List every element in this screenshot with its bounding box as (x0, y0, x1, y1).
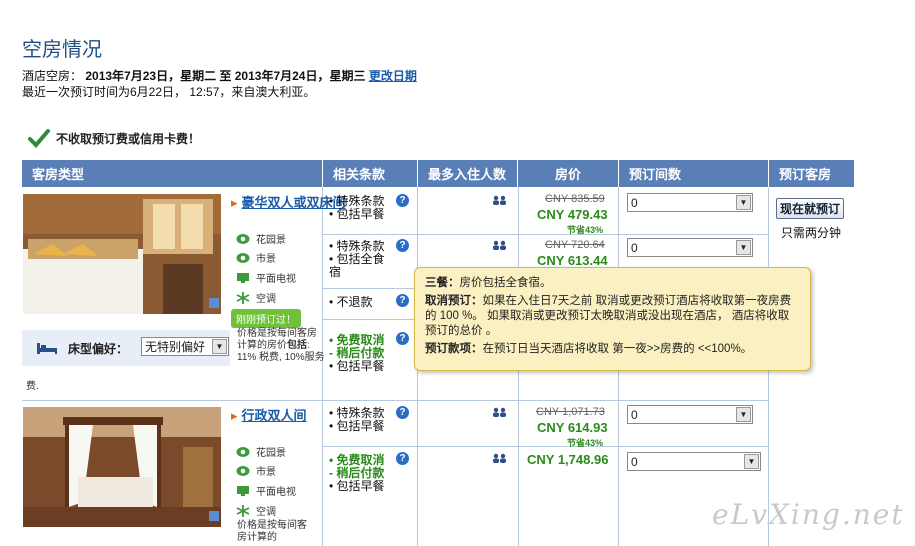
last-booking-text: 最近一次预订时间为6月22日， 12:57，来自澳大利亚。 (22, 85, 316, 99)
terms-option-1: • 特殊条款 • 包括早餐 (329, 194, 385, 221)
header-rooms: 预订间数 (619, 160, 769, 187)
price-note-deluxe-end: 费. (26, 381, 39, 392)
old-price: CNY 720.64 (545, 239, 605, 251)
rooms-quantity-select[interactable]: 0 ▼ (627, 405, 753, 424)
two-guests-icon (493, 407, 506, 417)
chevron-down-icon: ▼ (736, 240, 751, 255)
savings-label: 节省43% (567, 438, 604, 448)
price-note-executive: 价格是按每间客 房计算的 (237, 520, 307, 543)
bed-icon (37, 343, 57, 354)
grid-line (22, 400, 769, 401)
page-title: 空房情况 (22, 39, 102, 61)
current-price: CNY 479.43 (537, 207, 608, 222)
snowflake-icon (236, 291, 250, 304)
eye-icon (236, 252, 250, 263)
old-price: CNY 1,071.73 (536, 406, 605, 418)
amenity-air-conditioning: 空调 (236, 290, 276, 305)
snowflake-icon (236, 504, 250, 517)
chevron-down-icon: ▼ (736, 407, 751, 422)
chevron-down-icon: ▼ (212, 339, 227, 354)
watermark: eLvXing.net (712, 498, 905, 531)
terms-option-4: • 免费取消 - 稍后付款 • 包括早餐 (329, 333, 385, 373)
savings-label: 节省43% (567, 225, 604, 235)
amenity-flat-tv: 平面电视 (236, 483, 296, 498)
tooltip-pay-text: 在预订日当天酒店将收取 第一夜>>房费的 <<100%。 (482, 343, 753, 355)
eye-icon (236, 465, 250, 476)
no-fee-text: 不收取预订费或信用卡费！ (56, 131, 201, 146)
amenity-city-view: 市景 (236, 463, 276, 478)
header-price: 房价 (518, 160, 619, 187)
terms-option-6: • 免费取消 - 稍后付款 • 包括早餐 (329, 453, 385, 493)
checkmark-icon (28, 129, 50, 148)
help-icon[interactable]: ? (396, 406, 409, 419)
help-icon[interactable]: ? (396, 239, 409, 252)
tooltip-meal-label: 三餐： (425, 277, 460, 289)
price-note-deluxe: 价格是按每间客房计算的房价包括: 11% 税费, 10%服务 (237, 328, 325, 363)
room-photo-deluxe[interactable] (23, 194, 221, 314)
two-guests-icon (493, 195, 506, 205)
bed-preference-label: 床型偏好： (68, 341, 129, 356)
no-fee-notice: 不收取预订费或信用卡费！ (28, 128, 200, 148)
stay-dates: 酒店空房： 2013年7月23日，星期二 至 2013年7月24日，星期三 更改… (22, 67, 417, 84)
chevron-down-icon: ▼ (744, 454, 759, 469)
amenity-flat-tv: 平面电视 (236, 270, 296, 285)
header-conditions: 相关条款 (323, 160, 418, 187)
amenity-garden-view: 花园景 (236, 444, 286, 459)
dates-text: 2013年7月23日，星期二 至 2013年7月24日，星期三 (85, 69, 366, 83)
old-price: CNY 835.59 (545, 193, 605, 205)
two-guests-icon (493, 453, 506, 463)
bed-preference-select[interactable]: 无特别偏好 ▼ (141, 337, 229, 356)
header-max-occupancy: 最多入住人数 (418, 160, 518, 187)
rooms-quantity-select[interactable]: 0 ▼ (627, 452, 761, 471)
just-booked-badge: 刚刚预订过！ (231, 309, 301, 328)
rooms-quantity-select[interactable]: 0 ▼ (627, 193, 753, 212)
help-icon[interactable]: ? (396, 332, 409, 345)
current-price: CNY 613.44 (537, 253, 608, 268)
help-icon[interactable]: ? (396, 294, 409, 307)
tv-icon (237, 485, 249, 496)
header-room-type: 客房类型 (22, 160, 323, 187)
current-price: CNY 614.93 (537, 420, 608, 435)
amenity-city-view: 市景 (236, 250, 276, 265)
two-guests-icon (493, 240, 506, 250)
eye-icon (236, 446, 250, 457)
header-reserve: 预订客房 (769, 160, 855, 187)
book-now-button[interactable]: 现在就预订 (776, 198, 845, 219)
chevron-down-icon: ▼ (736, 195, 751, 210)
eye-icon (236, 233, 250, 244)
change-dates-link[interactable]: 更改日期 (369, 69, 417, 83)
policy-tooltip: 三餐：房价包括全食宿。 取消预订：如果在入住日7天之前 取消或更改预订酒店将收取… (414, 267, 811, 371)
terms-option-5: • 特殊条款 • 包括早餐 (329, 406, 385, 433)
tooltip-pay-label: 预订款项： (425, 343, 483, 355)
room-photo-executive[interactable] (23, 407, 221, 527)
book-note: 只需两分钟 (781, 226, 842, 240)
grid-line (323, 446, 769, 447)
terms-option-3: • 不退款 (329, 295, 373, 309)
rooms-quantity-select[interactable]: 0 ▼ (627, 238, 753, 257)
amenity-garden-view: 花园景 (236, 231, 286, 246)
help-icon[interactable]: ? (396, 452, 409, 465)
room-name-executive[interactable]: ▸ 行政双人间 (231, 408, 307, 423)
grid-line (322, 187, 323, 546)
tooltip-cancel-label: 取消预订： (425, 295, 483, 307)
terms-option-2: • 特殊条款 • 包括全食宿 (329, 239, 385, 279)
current-price: CNY 1,748.96 (527, 452, 609, 467)
tooltip-meal-text: 房价包括全食宿。 (459, 277, 552, 289)
amenity-air-conditioning: 空调 (236, 503, 276, 518)
grid-line (323, 234, 769, 235)
availability-label: 酒店空房： (22, 69, 83, 83)
tv-icon (237, 272, 249, 283)
help-icon[interactable]: ? (396, 194, 409, 207)
